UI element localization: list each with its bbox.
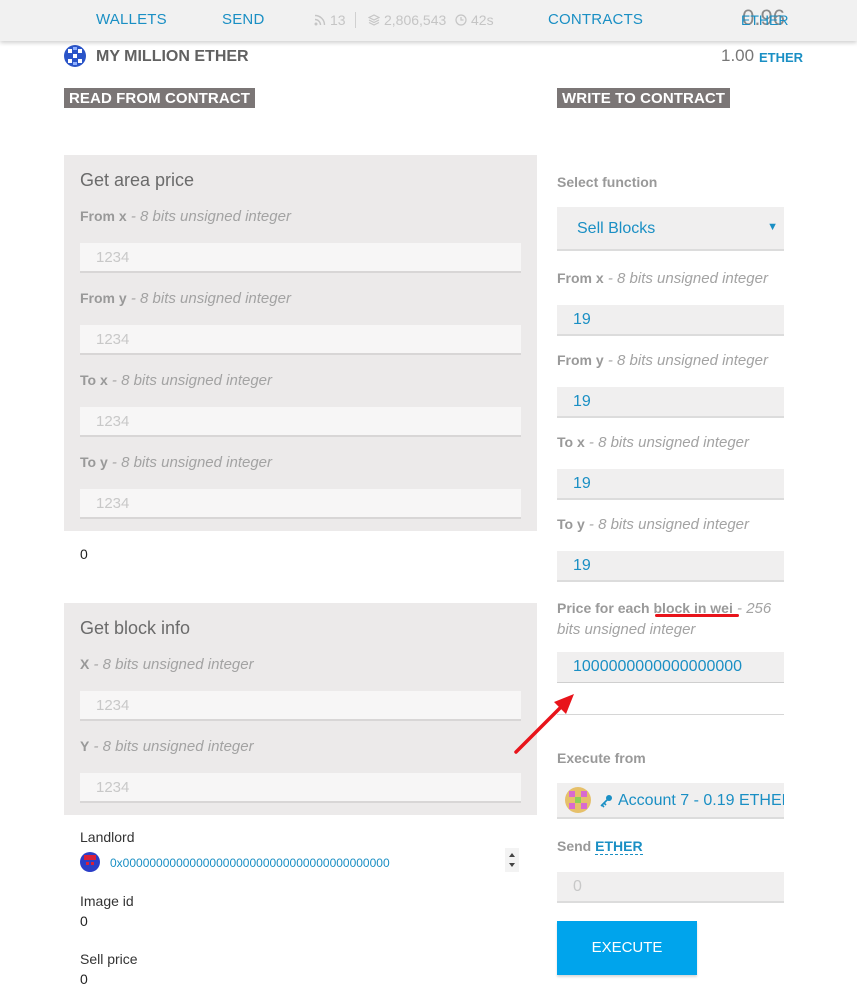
account-select[interactable]: Account 7 - 0.19 ETHER: [557, 783, 784, 819]
layers-icon: [368, 14, 380, 26]
block-number: 2,806,543: [368, 12, 446, 28]
area-price-value: 0: [80, 546, 88, 562]
account-identicon-icon: [565, 787, 591, 813]
block-number-value: 2,806,543: [384, 12, 447, 28]
field-label: To y - 8 bits unsigned integer: [557, 516, 750, 533]
field-label: From y - 8 bits unsigned integer: [557, 352, 768, 369]
nav-send[interactable]: SEND: [222, 11, 264, 28]
contract-identicon-icon: [64, 45, 86, 67]
landlord-label: Landlord: [80, 829, 135, 845]
key-icon: [600, 795, 612, 808]
divider: [557, 714, 784, 715]
execute-button[interactable]: EXECUTE: [557, 921, 697, 975]
y-input[interactable]: 1234: [80, 773, 521, 803]
price-field-label: Price for each block in wei - 256 bits un…: [557, 600, 772, 638]
clock-icon: [455, 14, 467, 26]
top-nav-bar: WALLETS SEND 13 2,806,543 42s CONTRACTS …: [0, 0, 857, 41]
field-label: To y - 8 bits unsigned integer: [80, 454, 273, 471]
to-x-input[interactable]: 1234: [80, 407, 521, 437]
field-label: To x - 8 bits unsigned integer: [80, 372, 273, 389]
annotation-arrow-icon: [514, 694, 574, 754]
dropdown-caret-icon: ▼: [767, 221, 778, 233]
field-label: To x - 8 bits unsigned integer: [557, 434, 750, 451]
read-section-title: READ FROM CONTRACT: [64, 88, 255, 108]
sell-price-value: 0: [80, 971, 88, 987]
nav-wallets[interactable]: WALLETS: [96, 11, 167, 28]
spinner-arrows-icon[interactable]: [505, 848, 519, 872]
block-time: 42s: [455, 12, 494, 28]
divider: [355, 12, 356, 28]
peer-count-value: 13: [330, 12, 346, 28]
send-label: Send ETHER: [557, 838, 643, 855]
account-name: Account 7 - 0.19 ETHER: [618, 792, 784, 809]
get-area-price-panel: Get area price From x - 8 bits unsigned …: [64, 155, 537, 531]
write-from-x-input[interactable]: 19: [557, 305, 784, 336]
image-id-value: 0: [80, 913, 88, 929]
total-balance-unit: ETHER: [741, 12, 789, 28]
send-amount-input[interactable]: 0: [557, 872, 784, 903]
field-label: Y - 8 bits unsigned integer: [80, 738, 254, 755]
field-label: From y - 8 bits unsigned integer: [80, 290, 291, 307]
field-label: From x - 8 bits unsigned integer: [557, 270, 768, 287]
contract-name: MY MILLION ETHER: [96, 48, 249, 65]
image-id-label: Image id: [80, 893, 134, 909]
x-input[interactable]: 1234: [80, 691, 521, 721]
panel-title: Get block info: [80, 618, 191, 638]
contract-balance-unit: ETHER: [759, 50, 804, 65]
rss-icon: [314, 14, 326, 26]
get-block-info-panel: Get block info X - 8 bits unsigned integ…: [64, 603, 537, 815]
nav-contracts[interactable]: CONTRACTS: [548, 11, 643, 28]
to-y-input[interactable]: 1234: [80, 489, 521, 519]
panel-title: Get area price: [80, 170, 195, 190]
write-from-y-input[interactable]: 19: [557, 387, 784, 418]
from-x-input[interactable]: 1234: [80, 243, 521, 273]
area-price-result: 0: [64, 531, 537, 593]
peer-count: 13: [314, 12, 346, 28]
block-time-value: 42s: [471, 12, 494, 28]
function-select-value: Sell Blocks: [577, 220, 656, 237]
field-label: From x - 8 bits unsigned integer: [80, 208, 291, 225]
write-to-y-input[interactable]: 19: [557, 551, 784, 582]
field-label: X - 8 bits unsigned integer: [80, 656, 254, 673]
write-to-x-input[interactable]: 19: [557, 469, 784, 500]
block-info-result: Landlord 0x00000000000000000000000000000…: [64, 815, 537, 996]
function-select[interactable]: Sell Blocks ▼: [557, 207, 784, 251]
sell-price-label: Sell price: [80, 951, 138, 967]
landlord-identicon-icon: [80, 852, 100, 872]
landlord-address[interactable]: 0x00000000000000000000000000000000000000…: [110, 856, 390, 870]
price-per-block-input[interactable]: 1000000000000000000: [557, 652, 784, 683]
contract-balance: 1.00: [721, 46, 755, 65]
write-section-title: WRITE TO CONTRACT: [557, 88, 731, 108]
select-function-label: Select function: [557, 174, 658, 190]
annotation-underline: [655, 614, 739, 617]
execute-from-label: Execute from: [557, 750, 646, 766]
send-unit[interactable]: ETHER: [595, 838, 643, 855]
from-y-input[interactable]: 1234: [80, 325, 521, 355]
